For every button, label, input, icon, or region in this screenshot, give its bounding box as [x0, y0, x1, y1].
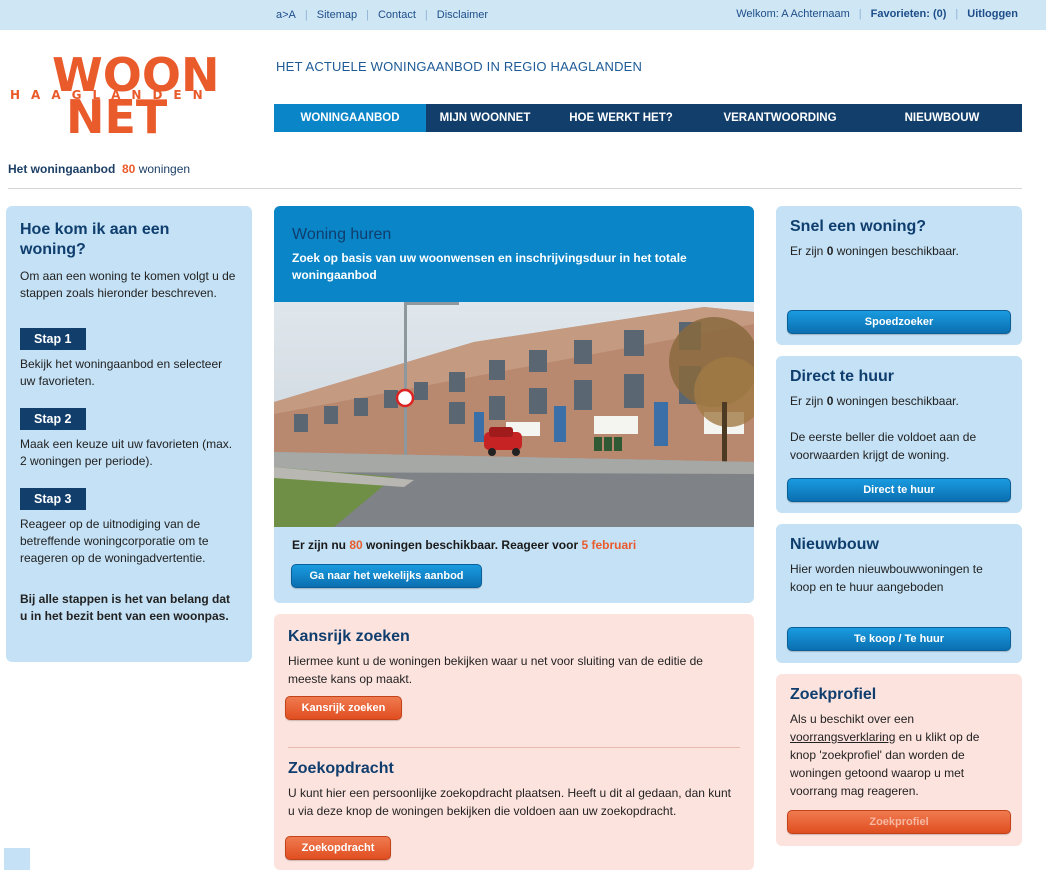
avail-count: 80 — [349, 538, 363, 552]
breadcrumb-count: 80 — [122, 162, 136, 176]
how-to-title: Hoe kom ik aan een woning? — [20, 221, 170, 258]
zoekprofiel-text: Als u beschikt over een voorrangsverklar… — [790, 710, 1008, 800]
direct-card: Direct te huur Er zijn 0 woningen beschi… — [776, 356, 1022, 513]
snel-post: woningen beschikbaar. — [836, 244, 959, 258]
snel-card: Snel een woning? Er zijn 0 woningen besc… — [776, 206, 1022, 345]
nieuwbouw-text: Hier worden nieuwbouwwoningen te koop en… — [790, 562, 983, 594]
logout-link[interactable]: Uitloggen — [967, 8, 1018, 20]
nav-mijn-woonnet[interactable]: MIJN WOONNET — [426, 104, 544, 132]
voorrangsverklaring-link[interactable]: voorrangsverklaring — [790, 730, 895, 744]
direct-title: Direct te huur — [790, 368, 895, 385]
step-3-text: Reageer op de uitnodiging van de betreff… — [20, 517, 209, 565]
avail-pre: Er zijn nu — [292, 538, 346, 552]
snel-title: Snel een woning? — [790, 218, 927, 235]
weekly-offer-button[interactable]: Ga naar het wekelijks aanbod — [291, 564, 482, 588]
nav-nieuwbouw[interactable]: NIEUWBOUW — [862, 104, 1022, 132]
hero-header: Woning huren Zoek op basis van uw woonwe… — [274, 206, 754, 302]
main-navigation: WONINGAANBOD MIJN WOONNET HOE WERKT HET?… — [274, 104, 1022, 132]
avail-date: 5 februari — [581, 538, 637, 552]
woonnet-logo[interactable]: WOON HAAGLANDEN NET — [8, 50, 253, 140]
step-1-badge: Stap 1 — [20, 328, 86, 350]
divider — [8, 188, 1022, 189]
zoekprofiel-title: Zoekprofiel — [790, 686, 877, 703]
kansrijk-title: Kansrijk zoeken — [288, 628, 410, 645]
section-divider — [288, 747, 740, 748]
snel-pre: Er zijn — [790, 244, 824, 258]
direct-te-huur-button[interactable]: Direct te huur — [787, 478, 1011, 502]
how-to-intro: Om aan een woning te komen volgt u de st… — [20, 269, 236, 300]
hero-subtitle: Zoek op basis van uw woonwensen en insch… — [292, 251, 687, 282]
sitemap-link[interactable]: Sitemap — [317, 9, 357, 21]
hero-footer: Er zijn nu 80 woningen beschikbaar. Reag… — [274, 527, 754, 603]
woonpas-note: Bij alle stappen is het van belang dat u… — [20, 592, 231, 623]
utility-links: a>A | Sitemap | Contact | Disclaimer — [276, 9, 489, 21]
site-tagline: HET ACTUELE WONINGAANBOD IN REGIO HAAGLA… — [276, 59, 643, 74]
user-links: Welkom: A Achternaam | Favorieten: (0) | Uit… — [736, 8, 1018, 20]
favorites-link[interactable]: Favorieten: (0) — [871, 8, 947, 20]
step-1-text: Bekijk het woningaanbod en selecteer uw … — [20, 357, 223, 388]
step-3-badge: Stap 3 — [20, 488, 86, 510]
direct-post: woningen beschikbaar. — [836, 394, 959, 408]
corner-decoration — [4, 848, 30, 870]
zoekopdracht-title: Zoekopdracht — [288, 760, 394, 777]
direct-count: 0 — [826, 394, 834, 408]
zoekprofiel-button[interactable]: Zoekprofiel — [787, 810, 1011, 834]
avail-mid: woningen beschikbaar. Reageer voor — [366, 538, 579, 552]
nieuwbouw-title: Nieuwbouw — [790, 536, 879, 553]
breadcrumb-label: Het woningaanbod — [8, 162, 116, 176]
step-2-badge: Stap 2 — [20, 408, 86, 430]
welcome-text: Welkom: A Achternaam — [736, 8, 850, 20]
kansrijk-text: Hiermee kunt u de woningen bekijken waar… — [288, 654, 703, 686]
logo-net: NET — [66, 90, 168, 144]
contact-link[interactable]: Contact — [378, 9, 416, 21]
nieuwbouw-card: Nieuwbouw Hier worden nieuwbouwwoningen … — [776, 524, 1022, 663]
direct-pre: Er zijn — [790, 394, 824, 408]
step-2-text: Maak een keuze uit uw favorieten (max. 2… — [20, 437, 233, 468]
search-options-panel: Kansrijk zoeken Hiermee kunt u de woning… — [274, 614, 754, 870]
snel-text: Er zijn 0 woningen beschikbaar. — [790, 242, 1008, 260]
te-koop-te-huur-button[interactable]: Te koop / Te huur — [787, 627, 1011, 651]
availability-text: Er zijn nu 80 woningen beschikbaar. Reag… — [292, 538, 636, 552]
snel-count: 0 — [826, 244, 834, 258]
disclaimer-link[interactable]: Disclaimer — [437, 9, 488, 21]
zoekprofiel-pre: Als u beschikt over een — [790, 712, 915, 726]
zoekopdracht-text: U kunt hier een persoonlijke zoekopdrach… — [288, 786, 731, 818]
nav-verantwoording[interactable]: VERANTWOORDING — [698, 104, 862, 132]
top-utility-bar: a>A | Sitemap | Contact | Disclaimer Welkom: A… — [0, 0, 1046, 30]
breadcrumb-suffix: woningen — [138, 162, 191, 176]
zoekopdracht-button[interactable]: Zoekopdracht — [285, 836, 391, 860]
page-heading: Het woningaanbod 80 woningen — [8, 162, 190, 176]
woning-huren-panel: Woning huren Zoek op basis van uw woonwe… — [274, 206, 754, 603]
kansrijk-button[interactable]: Kansrijk zoeken — [285, 696, 402, 720]
direct-count-text: Er zijn 0 woningen beschikbaar. — [790, 392, 1008, 410]
hero-title: Woning huren — [292, 226, 392, 243]
nav-hoe-werkt-het[interactable]: HOE WERKT HET? — [544, 104, 698, 132]
how-to-panel: Hoe kom ik aan een woning? Om aan een wo… — [6, 206, 252, 662]
spoedzoeker-button[interactable]: Spoedzoeker — [787, 310, 1011, 334]
street-photo — [274, 302, 754, 527]
zoekprofiel-card: Zoekprofiel Als u beschikt over een voor… — [776, 674, 1022, 846]
font-size-link[interactable]: a>A — [276, 9, 296, 21]
nav-woningaanbod[interactable]: WONINGAANBOD — [274, 104, 426, 132]
direct-text: De eerste beller die voldoet aan de voor… — [790, 430, 977, 462]
